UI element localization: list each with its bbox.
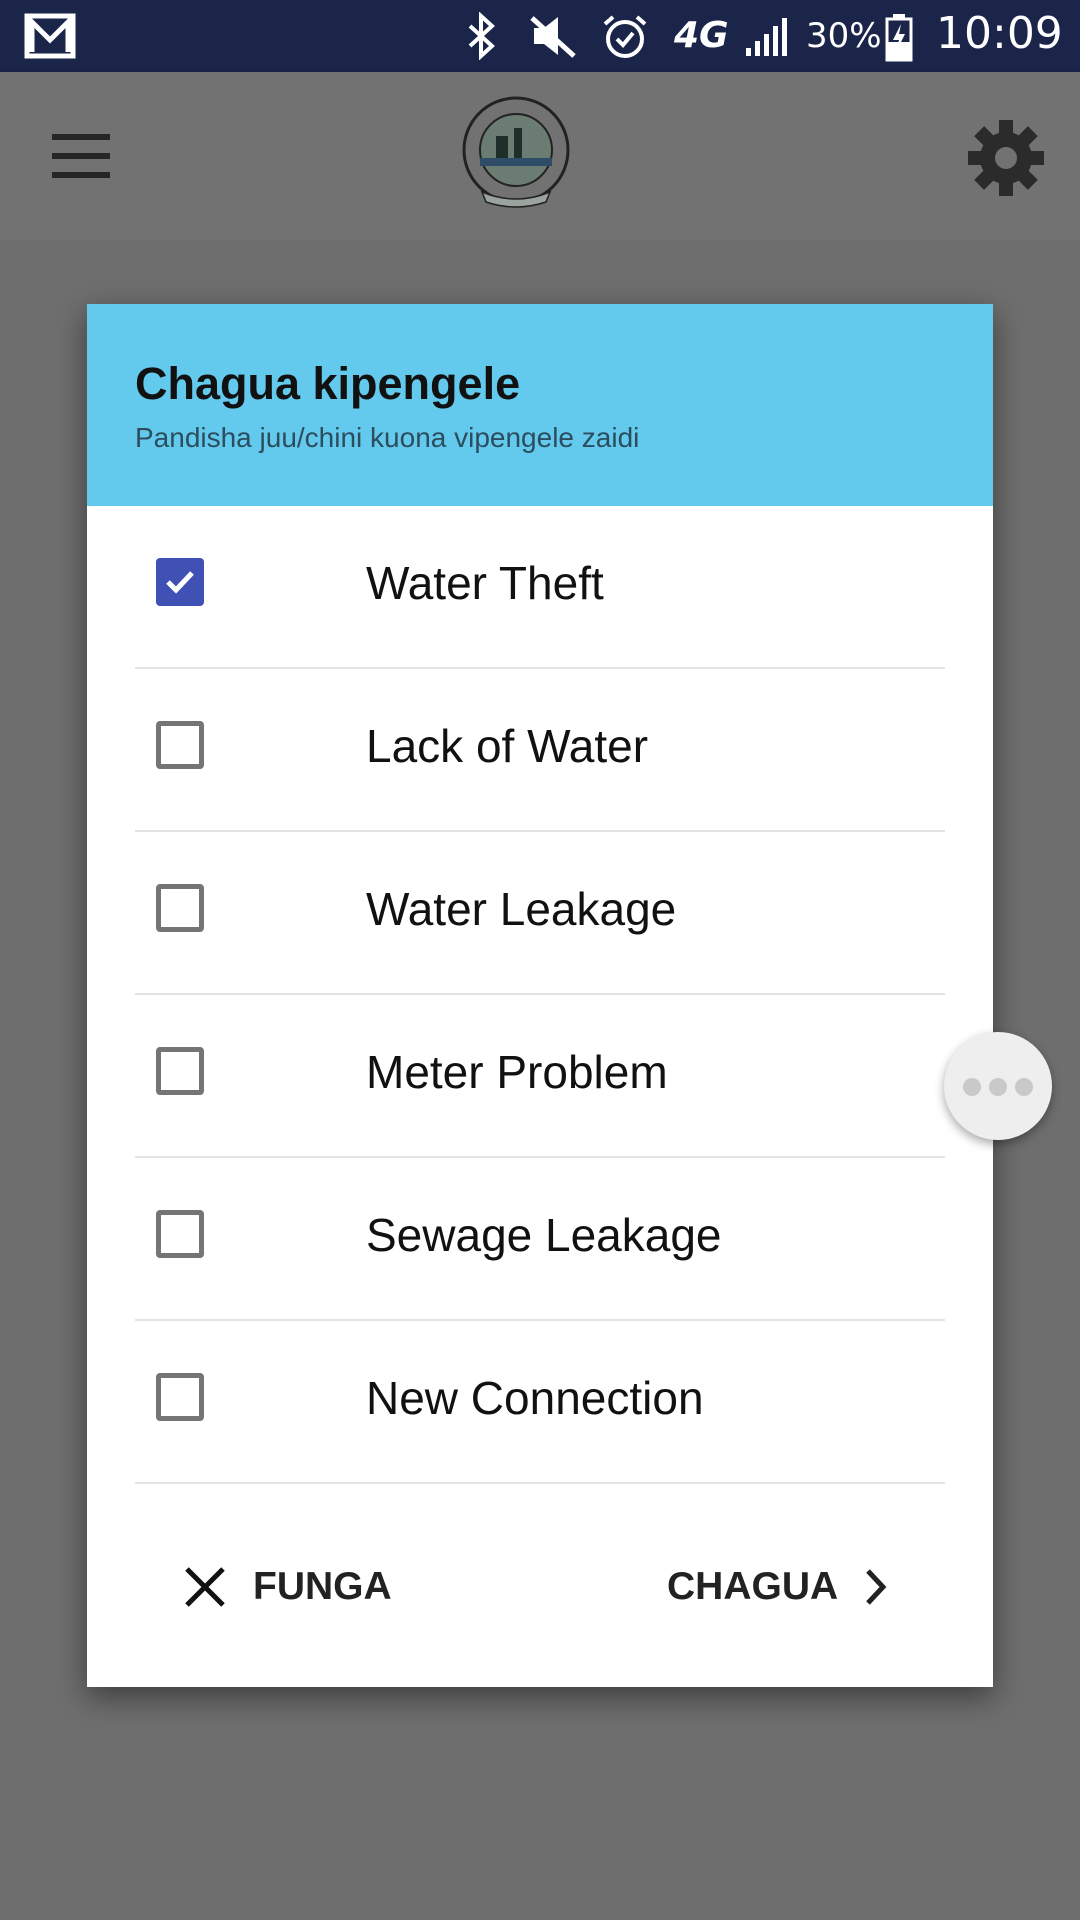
dot-icon (963, 1078, 981, 1096)
choose-button-label: CHAGUA (667, 1565, 839, 1608)
bluetooth-icon (468, 12, 495, 60)
chevron-right-icon (866, 1569, 887, 1605)
close-button-label: FUNGA (253, 1565, 392, 1608)
option-label: Water Leakage (366, 883, 677, 935)
gmail-icon (24, 13, 76, 59)
option-water-theft[interactable]: Water Theft (135, 506, 945, 669)
option-new-connection[interactable]: New Connection (135, 1321, 945, 1484)
option-label: Sewage Leakage (366, 1209, 722, 1261)
close-button[interactable]: FUNGA (183, 1557, 392, 1617)
status-bar: 4G 30% 10:09 (0, 0, 1080, 72)
dialog-footer: FUNGA CHAGUA (87, 1487, 993, 1687)
checkbox[interactable] (156, 1047, 204, 1095)
choose-button[interactable]: CHAGUA (667, 1557, 888, 1617)
option-sewage-leakage[interactable]: Sewage Leakage (135, 1158, 945, 1321)
checkbox[interactable] (156, 721, 204, 769)
network-type: 4G (674, 15, 729, 56)
signal-icon (746, 18, 787, 56)
dot-icon (989, 1078, 1007, 1096)
checkbox[interactable] (156, 884, 204, 932)
dot-icon (1015, 1078, 1033, 1096)
option-list: Water Theft Lack of Water Water Leakage … (135, 506, 945, 1484)
option-label: Lack of Water (366, 720, 649, 772)
water-authority-logo (462, 96, 570, 208)
option-meter-problem[interactable]: Meter Problem (135, 995, 945, 1158)
battery-charging-icon (885, 14, 913, 62)
option-lack-of-water[interactable]: Lack of Water (135, 669, 945, 832)
mute-icon (530, 16, 576, 58)
clock: 10:09 (936, 8, 1063, 59)
alarm-icon (603, 15, 647, 58)
floating-more-button[interactable] (944, 1032, 1052, 1140)
dialog-header: Chagua kipengele Pandisha juu/chini kuon… (87, 304, 993, 506)
option-label: Meter Problem (366, 1046, 668, 1098)
option-water-leakage[interactable]: Water Leakage (135, 832, 945, 995)
checkbox[interactable] (156, 1373, 204, 1421)
checkbox-checked[interactable] (156, 558, 204, 606)
gear-icon[interactable] (966, 118, 1046, 198)
checkbox[interactable] (156, 1210, 204, 1258)
dialog-title: Chagua kipengele (135, 358, 521, 409)
option-label: Water Theft (366, 557, 604, 609)
app-bar (0, 72, 1080, 240)
close-icon (185, 1567, 225, 1607)
option-label: New Connection (366, 1372, 704, 1424)
selection-dialog: Chagua kipengele Pandisha juu/chini kuon… (87, 304, 993, 1687)
battery-percent: 30% (806, 16, 882, 56)
checkmark-icon (166, 571, 194, 594)
screen: 4G 30% 10:09 Chagua kipengele Pandisha j… (0, 0, 1080, 1920)
dialog-subtitle: Pandisha juu/chini kuona vipengele zaidi (135, 422, 640, 453)
hamburger-menu-icon[interactable] (52, 134, 112, 178)
